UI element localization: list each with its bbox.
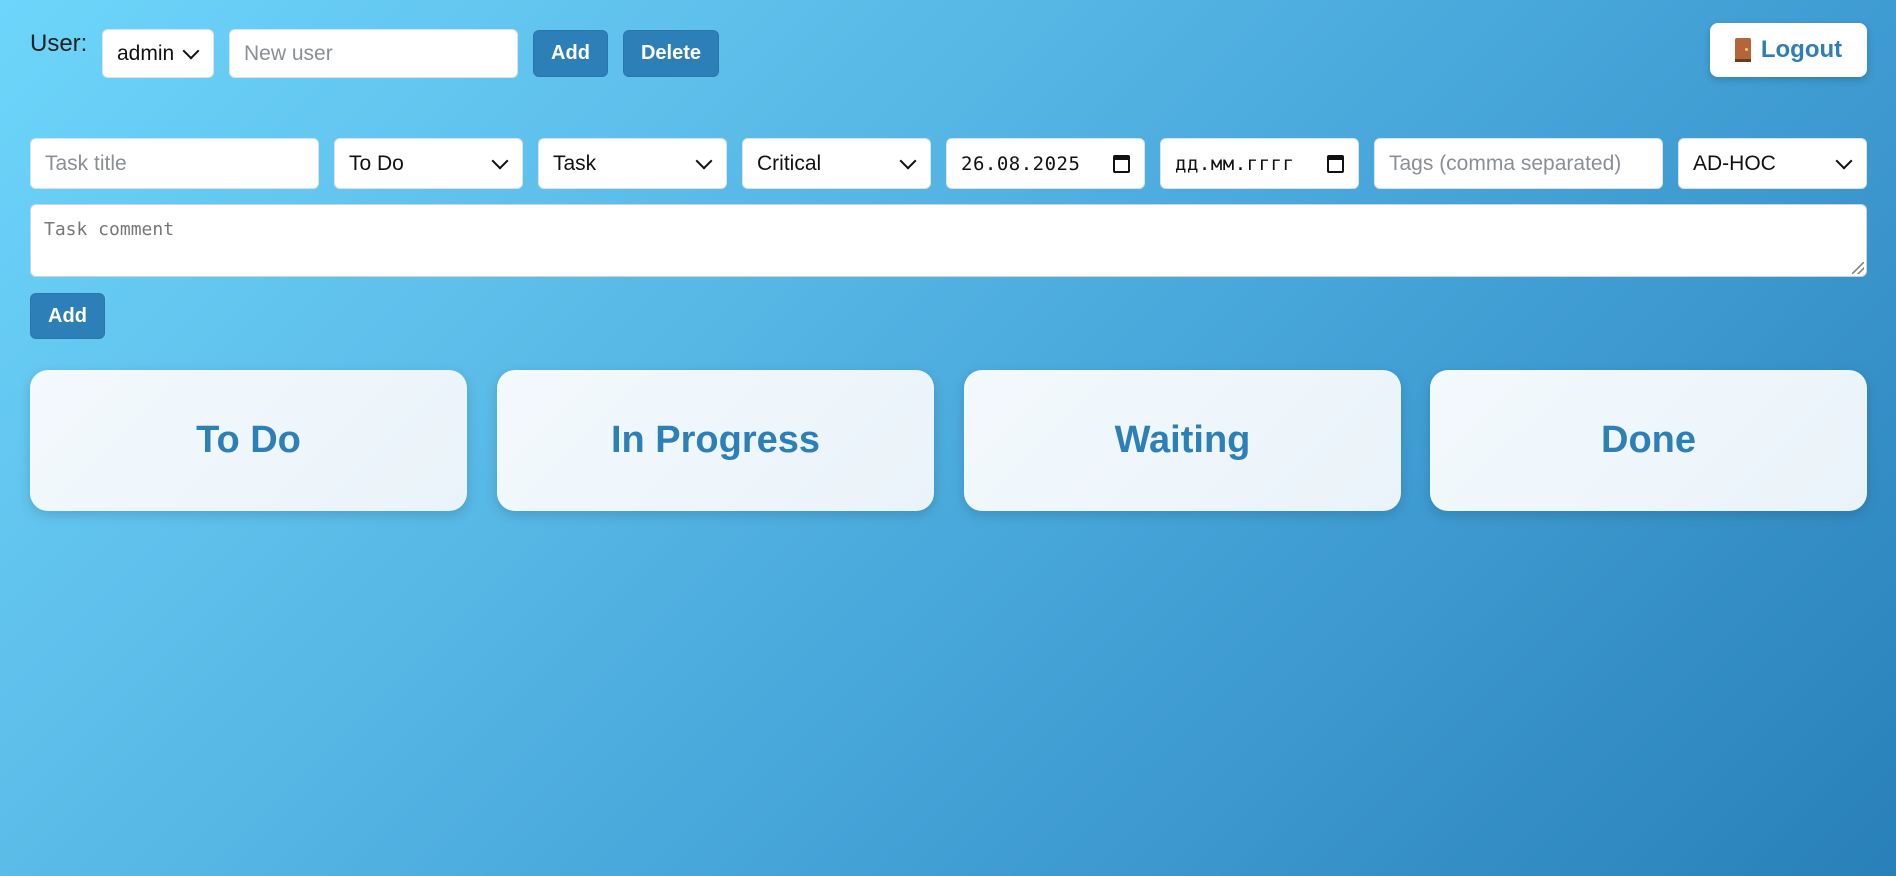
logout-label: Logout: [1760, 36, 1843, 63]
column-title: In Progress: [610, 419, 821, 461]
chevron-down-icon: [899, 152, 917, 169]
door-icon: [1734, 38, 1751, 62]
column-to-do: To Do: [30, 370, 467, 511]
new-user-input[interactable]: New user: [229, 29, 518, 78]
chevron-down-icon: [182, 42, 200, 59]
user-select[interactable]: admin: [102, 29, 214, 78]
column-in-progress: In Progress: [497, 370, 934, 511]
calendar-icon[interactable]: [1327, 154, 1344, 173]
start-date-value: 26.08.2025: [961, 152, 1081, 175]
chevron-down-icon: [491, 152, 509, 169]
column-title: Done: [1601, 419, 1696, 461]
column-done: Done: [1430, 370, 1867, 511]
priority-select[interactable]: Critical: [742, 138, 931, 189]
column-waiting: Waiting: [964, 370, 1401, 511]
chevron-down-icon: [695, 152, 713, 169]
task-title-placeholder: Task title: [45, 151, 127, 175]
column-title: Waiting: [1114, 419, 1251, 461]
category-select[interactable]: AD-HOC: [1678, 138, 1867, 189]
due-date-input[interactable]: дд.мм.гггг: [1160, 138, 1359, 189]
type-select[interactable]: Task: [538, 138, 727, 189]
category-select-value: AD-HOC: [1693, 151, 1776, 175]
due-date-placeholder: дд.мм.гггг: [1175, 152, 1295, 175]
task-comment-textarea[interactable]: Task comment: [30, 204, 1867, 277]
chevron-down-icon: [1835, 152, 1853, 169]
status-select[interactable]: To Do: [334, 138, 523, 189]
delete-user-button[interactable]: Delete: [623, 30, 719, 77]
user-select-value: admin: [117, 41, 175, 65]
resize-handle-icon[interactable]: [1852, 262, 1864, 274]
task-title-input[interactable]: Task title: [30, 138, 319, 189]
priority-select-value: Critical: [757, 151, 822, 175]
start-date-input[interactable]: 26.08.2025: [946, 138, 1145, 189]
column-title: To Do: [196, 419, 301, 461]
logout-button[interactable]: Logout: [1710, 23, 1867, 77]
status-select-value: To Do: [349, 151, 404, 175]
add-task-button[interactable]: Add: [30, 293, 105, 339]
calendar-icon[interactable]: [1113, 154, 1130, 173]
tags-placeholder: Tags (comma separated): [1389, 151, 1622, 175]
type-select-value: Task: [553, 151, 597, 175]
tags-input[interactable]: Tags (comma separated): [1374, 138, 1663, 189]
task-comment-placeholder: Task comment: [44, 219, 175, 240]
add-user-button[interactable]: Add: [533, 30, 608, 77]
user-label: User:: [30, 30, 88, 57]
new-user-placeholder: New user: [244, 41, 333, 65]
